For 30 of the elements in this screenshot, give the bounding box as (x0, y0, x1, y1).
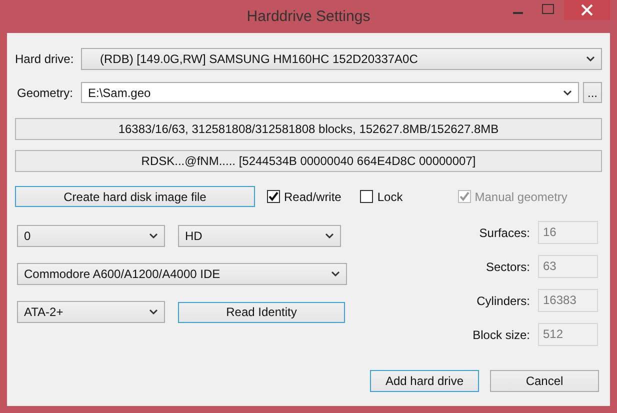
close-icon[interactable] (564, 0, 610, 20)
chevron-down-icon[interactable] (325, 233, 334, 239)
dropdown[interactable]: ATA-2+ (17, 301, 165, 323)
checkbox[interactable] (267, 190, 280, 203)
chevron-down-icon[interactable] (563, 90, 572, 96)
browse-button[interactable]: ... (583, 82, 602, 103)
checkbox-label: Manual geometry (474, 190, 568, 204)
checkbox-label: Lock (377, 190, 403, 204)
checkbox-label: Read/write (284, 190, 342, 204)
checkbox[interactable] (360, 190, 374, 203)
field-label: Hard drive: (15, 52, 75, 66)
field-label: Surfaces: (479, 226, 530, 240)
field-label: Block size: (472, 328, 530, 342)
field-label: Sectors: (486, 260, 530, 274)
field-label: Cylinders: (476, 294, 530, 308)
chevron-down-icon[interactable] (149, 233, 158, 239)
dropdown[interactable]: 0 (17, 225, 165, 247)
window-title: Harddrive Settings (246, 8, 370, 25)
chevron-down-icon[interactable] (331, 271, 340, 277)
field-label: Geometry: (16, 86, 74, 100)
add-button[interactable]: Add hard drive (370, 370, 479, 392)
chevron-down-icon[interactable] (586, 56, 595, 62)
combo-field[interactable]: E:\Sam.geo (81, 82, 579, 103)
dropdown[interactable]: HD (178, 225, 341, 247)
cancel-button[interactable]: Cancel (490, 370, 599, 392)
chevron-down-icon[interactable] (149, 309, 158, 315)
read-identity-button[interactable]: Read Identity (178, 302, 345, 322)
dropdown[interactable]: Commodore A600/A1200/A4000 IDE (17, 263, 347, 285)
dropdown[interactable]: (RDB) [149.0G,RW] SAMSUNG HM160HC 152D20337A0C (81, 48, 602, 70)
create-image-button[interactable]: Create hard disk image file (15, 186, 255, 207)
